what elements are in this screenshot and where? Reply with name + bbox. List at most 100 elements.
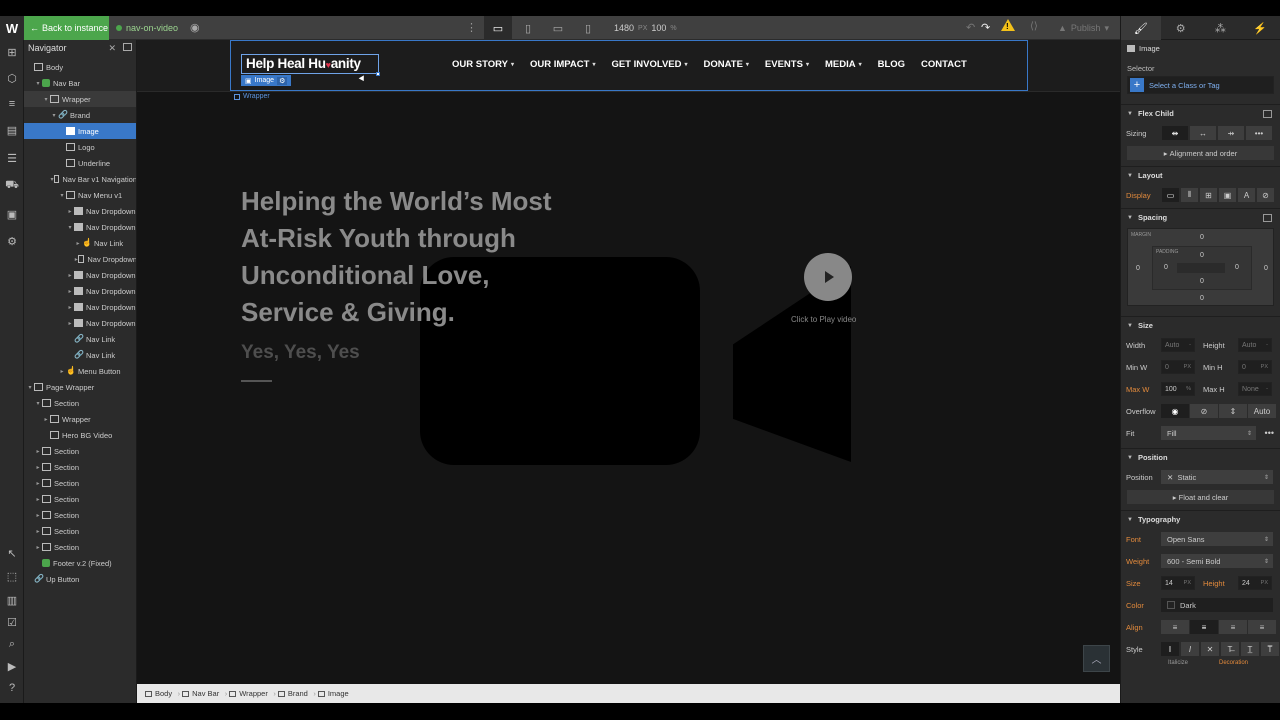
navigator-row[interactable]: ▾ Section [24,395,136,411]
caret-right-icon[interactable]: ▸ [42,416,50,423]
spacing-box-model[interactable]: MARGIN 0 0 0 0 PADDING 0 0 0 0 [1127,228,1274,306]
breadcrumb-item[interactable]: Body › [145,689,180,698]
grid-icon[interactable]: ▥ [4,592,20,608]
strike-none-icon[interactable]: ✕ [1201,642,1219,656]
display-inline-block-icon[interactable]: ▣ [1219,188,1236,202]
margin-right-value[interactable]: 0 [1264,265,1268,272]
overline-icon[interactable]: T̅ [1261,642,1279,656]
caret-right-icon[interactable]: ▸ [66,288,74,295]
marquee-icon[interactable]: ⬚ [4,568,20,584]
add-panel-icon[interactable]: ⊞ [4,44,20,60]
navigator-row[interactable]: ▾ Nav Dropdown [24,219,136,235]
scroll-up-button[interactable]: ︿ [1083,645,1110,672]
color-picker[interactable]: Dark [1161,598,1273,612]
hero-subheading[interactable]: Yes, Yes, Yes [241,342,360,364]
site-menu-item[interactable]: BLOG [878,59,905,70]
audit-icon[interactable]: ☑ [4,614,20,630]
symbols-icon[interactable]: ⬡ [4,70,20,86]
breadcrumb-item[interactable]: Wrapper › [229,689,276,698]
navigator-row[interactable]: Logo [24,139,136,155]
padding-bottom-value[interactable]: 0 [1200,278,1204,285]
display-grid-icon[interactable]: ⊞ [1200,188,1217,202]
navigator-row[interactable]: ▸ Nav Dropdown [24,283,136,299]
navigator-row[interactable]: ▾ Nav Menu v1 [24,187,136,203]
expand-icon[interactable] [1263,214,1272,222]
publish-button[interactable]: ▲ Publish ▾ [1058,16,1109,40]
design-canvas[interactable]: Help Heal Hu♥anity ▣ Image ⚙ OUR STORY ▾ OUR… [137,40,1120,684]
navigator-row[interactable]: ▸ Nav Dropdown [24,251,136,267]
search-icon[interactable]: ⌕ [4,636,20,652]
undo-icon[interactable]: ↶ [966,21,975,34]
caret-right-icon[interactable]: ▸ [34,544,42,551]
display-inline-icon[interactable]: A [1238,188,1255,202]
style-brush-icon[interactable]: 🖌 [1121,16,1161,40]
italic-off-icon[interactable]: I [1161,642,1179,656]
flex-child-section-header[interactable]: ▼ Flex Child [1121,104,1280,122]
padding-right-value[interactable]: 0 [1235,264,1239,271]
caret-right-icon[interactable]: ▸ [34,528,42,535]
caret-right-icon[interactable]: ▸ [66,272,74,279]
back-to-instance-button[interactable]: ← Back to instance [24,16,109,40]
strikethrough-icon[interactable]: T̶ [1221,642,1239,656]
caret-right-icon[interactable]: ▸ [34,496,42,503]
navigator-row[interactable]: Body [24,59,136,75]
tablet-breakpoint-icon[interactable]: ▯ [514,16,542,40]
mobile-landscape-breakpoint-icon[interactable]: ▭ [544,16,572,40]
spacing-section-header[interactable]: ▼ Spacing [1121,208,1280,226]
brand-logo-text[interactable]: Help Heal Hu♥anity [246,56,361,71]
navigator-row[interactable]: ▸ ☝ Nav Link [24,235,136,251]
position-select[interactable]: ✕ Static ⇕ [1161,470,1273,484]
size-section-header[interactable]: ▼ Size [1121,316,1280,334]
caret-down-icon[interactable]: ▾ [26,384,34,391]
more-icon[interactable]: ••• [1246,126,1272,140]
padding-left-value[interactable]: 0 [1164,264,1168,271]
navigator-row[interactable]: 🔗 Up Button [24,571,136,587]
navigator-row[interactable]: ▸ ☝ Menu Button [24,363,136,379]
overflow-visible-icon[interactable]: ◉ [1161,404,1189,418]
layout-section-header[interactable]: ▼ Layout [1121,166,1280,184]
style-manager-icon[interactable]: ⁂ [1201,16,1241,40]
element-settings-icon[interactable]: ⚙ [1161,16,1201,40]
element-settings-gear-icon[interactable]: ⚙ [277,76,288,85]
help-icon[interactable]: ? [4,680,20,696]
caret-down-icon[interactable]: ▾ [50,112,58,119]
site-menu-item[interactable]: MEDIA ▾ [825,59,862,70]
settings-gear-icon[interactable]: ⚙ [4,233,20,249]
align-left-icon[interactable]: ≡ [1161,620,1189,634]
caret-down-icon[interactable]: ▾ [42,96,50,103]
navigator-row[interactable]: ▾ Page Wrapper [24,379,136,395]
position-section-header[interactable]: ▼ Position [1121,448,1280,466]
navigator-row[interactable]: ▸ Section [24,539,136,555]
selector-input[interactable]: + Select a Class or Tag [1127,76,1274,94]
caret-down-icon[interactable]: ▾ [66,224,74,231]
navigator-row[interactable]: ▸ Section [24,507,136,523]
overflow-scroll-icon[interactable]: ⇕ [1219,404,1247,418]
expand-icon[interactable] [1263,110,1272,118]
navigator-row[interactable]: ▸ Nav Dropdown [24,203,136,219]
display-none-icon[interactable]: ⊘ [1257,188,1274,202]
min-width-input[interactable]: 0 PX [1161,360,1195,374]
min-height-input[interactable]: 0 PX [1238,360,1272,374]
fit-select[interactable]: Fill ⇕ [1161,426,1256,440]
breadcrumb-item[interactable]: Brand › [277,689,316,698]
margin-top-value[interactable]: 0 [1200,234,1204,241]
navigator-row[interactable]: ▸ Nav Dropdown [24,315,136,331]
no-shrink-icon[interactable]: ⇸ [1218,126,1244,140]
align-center-icon[interactable]: ≡ [1190,620,1218,634]
navigator-row[interactable]: ▸ Nav Dropdown [24,299,136,315]
italic-on-icon[interactable]: I [1181,642,1199,656]
site-menu-item[interactable]: DONATE ▾ [704,59,749,70]
pages-icon[interactable]: ▤ [4,122,20,138]
hero-heading[interactable]: Helping the World’s Most At-Risk Youth t… [241,183,621,331]
caret-down-icon[interactable]: ▾ [34,400,42,407]
code-icon[interactable]: ⟨⟩ [1030,21,1038,32]
assets-icon[interactable]: ▣ [4,206,20,222]
weight-select[interactable]: 600 - Semi Bold ⇕ [1161,554,1273,568]
caret-right-icon[interactable]: ▸ [34,448,42,455]
float-clear-button[interactable]: ▸ Float and clear [1127,490,1274,504]
line-height-input[interactable]: 24 PX [1238,576,1272,590]
overflow-auto-button[interactable]: Auto [1248,404,1276,418]
alignment-order-button[interactable]: ▸ Alignment and order [1127,146,1274,160]
shrink-icon[interactable]: ⇹ [1162,126,1188,140]
font-size-input[interactable]: 14 PX [1161,576,1195,590]
